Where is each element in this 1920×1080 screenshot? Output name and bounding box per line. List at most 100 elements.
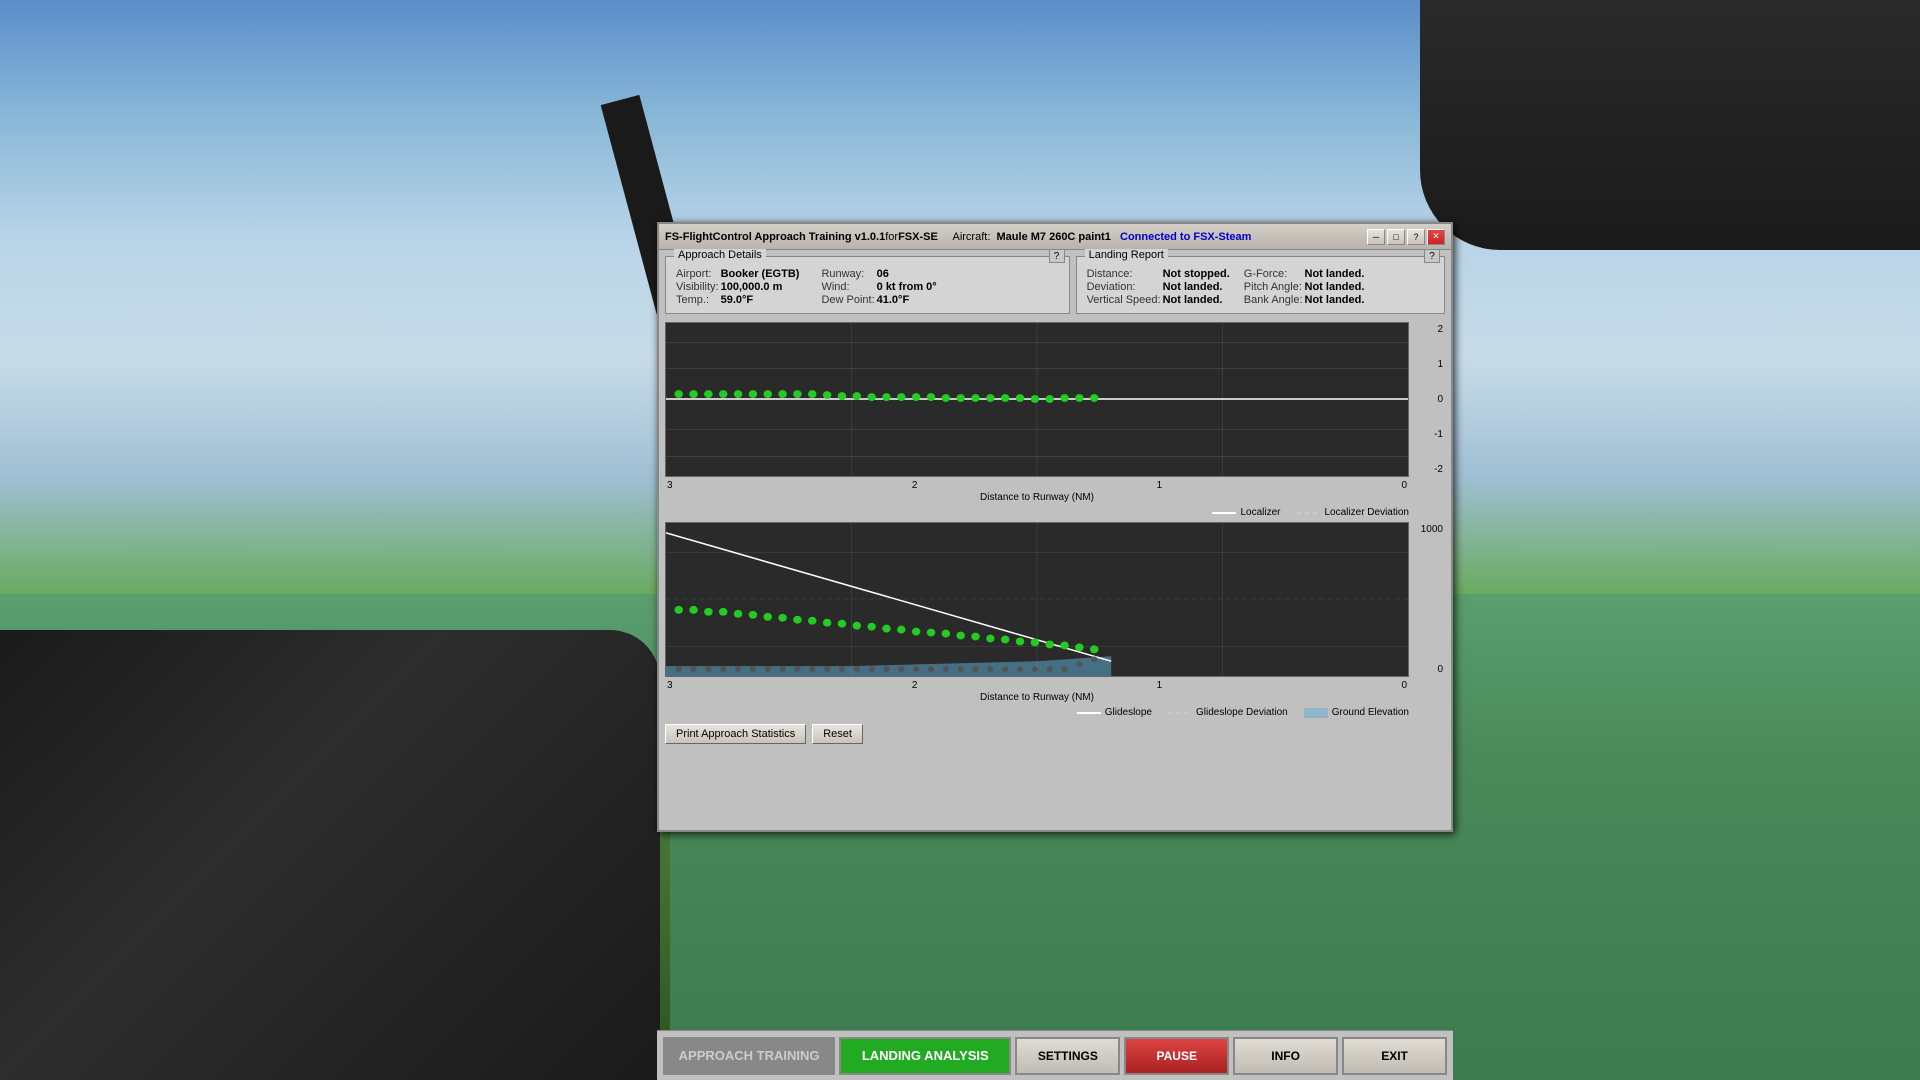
visibility-value: 100,000.0 m [721,281,820,293]
localizer-chart [665,322,1409,477]
bank-value: Not landed. [1305,294,1365,306]
ground-elev-legend-box [1304,708,1328,718]
glideslope-y-axis: 1000 0 [1409,522,1445,677]
approach-training-label: APPROACH TRAINING [679,1048,820,1063]
pitch-value: Not landed. [1305,281,1365,293]
y-val-0: 0 [1437,394,1443,405]
settings-label: SETTINGS [1038,1049,1098,1063]
localizer-y-axis: 2 1 0 -1 -2 [1409,322,1445,477]
gforce-value: Not landed. [1305,268,1365,280]
distance-value: Not stopped. [1163,268,1242,280]
gs-y-val-1000: 1000 [1421,524,1443,535]
for-label: for [885,231,898,243]
close-button[interactable]: ✕ [1427,229,1445,245]
approach-training-tab[interactable]: APPROACH TRAINING [663,1037,835,1075]
localizer-dev-legend-label: Localizer Deviation [1325,507,1410,518]
aircraft-label: Aircraft: [952,231,990,243]
temp-label: Temp.: [676,294,719,306]
wind-value: 0 kt from 0° [877,281,937,293]
y-val-n2: -2 [1434,464,1443,475]
landing-report-title: Landing Report [1085,249,1168,261]
pause-label: PAUSE [1157,1049,1197,1063]
aircraft-name: Maule M7 260C paint1 [997,231,1111,243]
help-button[interactable]: ? [1407,229,1425,245]
glideslope-x-labels: 3 2 1 0 [665,679,1409,692]
exit-label: EXIT [1381,1049,1408,1063]
landing-report-panel: Landing Report ? Distance: Not stopped. … [1076,256,1445,314]
connected-label: Connected to FSX-Steam [1120,231,1251,243]
localizer-legend-line [1212,512,1236,514]
gs-x-label-2: 2 [912,680,918,691]
localizer-chart-row: 2 1 0 -1 -2 [665,322,1445,477]
localizer-x-title: Distance to Runway (NM) [665,492,1409,503]
glideslope-x-title: Distance to Runway (NM) [665,692,1409,703]
title-text: FS-FlightControl Approach Training v1.0.… [665,231,1251,243]
glideslope-chart [665,522,1409,677]
glideslope-dev-legend-item: Glideslope Deviation [1168,707,1288,718]
info-button[interactable]: INFO [1233,1037,1338,1075]
approach-details-title: Approach Details [674,249,766,261]
info-label: INFO [1271,1049,1300,1063]
vspeed-value: Not landed. [1163,294,1242,306]
top-info-row: Approach Details ? Airport: Booker (EGTB… [659,250,1451,318]
glideslope-legend-line [1077,712,1101,714]
deviation-label: Deviation: [1087,281,1161,293]
pitch-label: Pitch Angle: [1244,281,1303,293]
exit-button[interactable]: EXIT [1342,1037,1447,1075]
app-name: FS-FlightControl Approach Training v1.0.… [665,231,885,243]
localizer-legend-label: Localizer [1240,507,1280,518]
glideslope-legend-item: Glideslope [1077,707,1152,718]
settings-button[interactable]: SETTINGS [1015,1037,1120,1075]
gs-y-val-0: 0 [1437,664,1443,675]
landing-analysis-tab[interactable]: LANDING ANALYSIS [839,1037,1011,1075]
approach-details-table: Airport: Booker (EGTB) Runway: 06 Visibi… [674,267,939,307]
localizer-legend-item: Localizer [1212,507,1280,518]
y-val-n1: -1 [1434,429,1443,440]
nav-bar: APPROACH TRAINING LANDING ANALYSIS SETTI… [657,1030,1453,1080]
approach-help-icon[interactable]: ? [1049,249,1065,263]
bank-label: Bank Angle: [1244,294,1303,306]
temp-value: 59.0°F [721,294,820,306]
airport-value: Booker (EGTB) [721,268,820,280]
bottom-action-row: Print Approach Statistics Reset [659,720,1451,748]
dew-point-value: 41.0°F [877,294,937,306]
glideslope-dev-legend-label: Glideslope Deviation [1196,707,1288,718]
title-bar: FS-FlightControl Approach Training v1.0.… [659,224,1451,250]
distance-label: Distance: [1087,268,1161,280]
runway-value: 06 [877,268,937,280]
runway-label: Runway: [821,268,874,280]
visibility-label: Visibility: [676,281,719,293]
sim-name: FSX-SE [898,231,938,243]
localizer-dev-legend-item: Localizer Deviation [1297,507,1410,518]
x-label-2: 2 [912,480,918,491]
charts-area: 2 1 0 -1 -2 3 2 1 0 Distance to Runway (… [659,322,1451,720]
gforce-label: G-Force: [1244,268,1303,280]
y-val-1: 1 [1437,359,1443,370]
x-label-1: 1 [1157,480,1163,491]
gs-x-label-0: 0 [1401,680,1407,691]
reset-button[interactable]: Reset [812,724,863,744]
pause-button[interactable]: PAUSE [1124,1037,1229,1075]
localizer-legend: Localizer Localizer Deviation [665,505,1409,520]
localizer-svg [666,323,1408,476]
localizer-dev-legend-line [1297,512,1321,514]
landing-analysis-label: LANDING ANALYSIS [862,1048,989,1063]
x-label-0: 0 [1401,480,1407,491]
glideslope-chart-row: 1000 0 [665,522,1445,677]
maximize-button[interactable]: □ [1387,229,1405,245]
glideslope-svg [666,523,1408,676]
deviation-value: Not landed. [1163,281,1242,293]
print-statistics-button[interactable]: Print Approach Statistics [665,724,806,744]
landing-help-icon[interactable]: ? [1424,249,1440,263]
glideslope-dev-legend-line [1168,712,1192,714]
approach-details-panel: Approach Details ? Airport: Booker (EGTB… [665,256,1070,314]
gs-x-label-3: 3 [667,680,673,691]
minimize-button[interactable]: ─ [1367,229,1385,245]
dew-point-label: Dew Point: [821,294,874,306]
landing-report-table: Distance: Not stopped. G-Force: Not land… [1085,267,1367,307]
ground-elev-legend-item: Ground Elevation [1304,707,1409,718]
gs-x-label-1: 1 [1157,680,1163,691]
title-buttons: ─ □ ? ✕ [1367,229,1445,245]
vspeed-label: Vertical Speed: [1087,294,1161,306]
glideslope-legend-label: Glideslope [1105,707,1152,718]
